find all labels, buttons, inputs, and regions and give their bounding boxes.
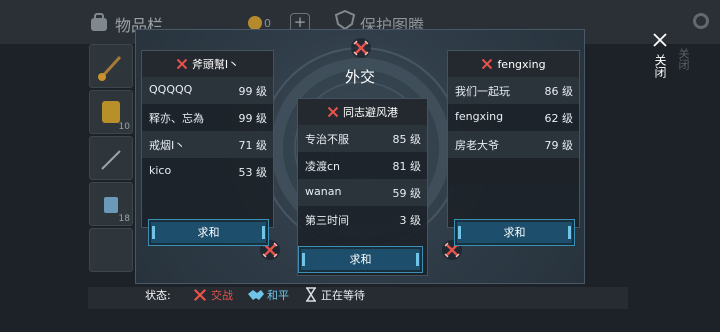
slot-count: 18 [118, 214, 130, 224]
sue-for-peace-button[interactable]: 求和 [298, 246, 423, 273]
hourglass-icon [306, 287, 316, 302]
member-name: kico [149, 164, 172, 177]
member-name: 我们一起玩 [455, 85, 510, 98]
crossed-swords-icon [351, 38, 371, 58]
crossed-swords-icon [176, 58, 188, 70]
inventory-slot[interactable] [89, 228, 133, 272]
member-name: wanan [305, 185, 342, 198]
member-row[interactable]: QQQQQ 99 级 [142, 77, 273, 104]
sue-for-peace-button[interactable]: 求和 [148, 219, 269, 246]
status-waiting: 正在等待 [321, 289, 365, 302]
guild-name: fengxing [497, 57, 546, 71]
crossed-swords-icon [193, 288, 207, 302]
sue-for-peace-button[interactable]: 求和 [454, 219, 575, 246]
member-row[interactable]: wanan 59 级 [298, 179, 427, 206]
inventory-slot[interactable] [89, 136, 133, 180]
member-name: 释亦、忘為 [149, 112, 204, 125]
guild-card-right: fengxing 我们一起玩 86 级 fengxing 62 级 房老大爷 79 级… [447, 50, 580, 246]
member-name: QQQQQ [149, 83, 193, 96]
member-level: 86 级 [544, 85, 574, 98]
member-row[interactable]: 房老大爷 79 级 [448, 131, 579, 158]
close-button[interactable]: 关闭 [652, 54, 669, 78]
member-level: 71 级 [238, 139, 268, 152]
member-level: 3 级 [399, 214, 422, 227]
member-level: 85 级 [392, 133, 422, 146]
slot-count: 10 [118, 122, 130, 132]
status-peace: 和平 [267, 289, 289, 302]
guild-name: 同志避风港 [343, 106, 398, 119]
guild-name: 斧頭幫I丶 [191, 58, 240, 71]
status-war: 交战 [211, 289, 233, 302]
member-name: 第三时间 [305, 214, 349, 227]
gold-coin-icon [248, 16, 262, 30]
member-name: 专治不服 [305, 133, 349, 146]
status-label: 状态: [145, 289, 171, 302]
diplomacy-panel: 外交 斧頭幫I丶 QQQQQ 99 级 释亦、忘為 99 级 戒烟I丶 71 级 ki… [135, 29, 585, 284]
member-name: 房老大爷 [455, 139, 499, 152]
background-close-label: 关闭 [677, 48, 690, 70]
crossed-swords-icon [482, 58, 493, 70]
handshake-icon [248, 290, 264, 300]
member-level: 79 级 [544, 139, 574, 152]
member-level: 62 级 [544, 112, 574, 125]
member-level: 81 级 [392, 160, 422, 173]
member-row[interactable]: fengxing 62 级 [448, 104, 579, 131]
member-row[interactable]: 第三时间 3 级 [298, 206, 427, 233]
inventory-slot[interactable]: 18 [89, 182, 133, 226]
member-row[interactable]: kico 53 级 [142, 158, 273, 185]
member-name: 凌渡cn [305, 160, 341, 173]
inventory-slot[interactable]: 10 [89, 90, 133, 134]
member-row[interactable]: 我们一起玩 86 级 [448, 77, 579, 104]
member-row[interactable]: 专治不服 85 级 [298, 125, 427, 152]
shield-icon [334, 10, 356, 30]
guild-header: 同志避风港 [298, 99, 427, 125]
member-name: 戒烟I丶 [149, 139, 186, 152]
member-row[interactable]: 凌渡cn 81 级 [298, 152, 427, 179]
gear-icon[interactable] [693, 13, 709, 29]
member-name: fengxing [455, 110, 504, 123]
guild-header: 斧頭幫I丶 [142, 51, 273, 77]
guild-card-left: 斧頭幫I丶 QQQQQ 99 级 释亦、忘為 99 级 戒烟I丶 71 级 kico 5… [141, 50, 274, 246]
guild-header: fengxing [448, 51, 579, 77]
member-level: 99 级 [238, 85, 268, 98]
inventory-slot[interactable] [89, 44, 133, 88]
backpack-icon [91, 13, 107, 31]
crossed-swords-icon [327, 106, 339, 118]
member-row-empty [448, 158, 579, 185]
member-row[interactable]: 戒烟I丶 71 级 [142, 131, 273, 158]
member-level: 53 级 [238, 166, 268, 179]
member-level: 99 级 [238, 112, 268, 125]
member-row[interactable]: 释亦、忘為 99 级 [142, 104, 273, 131]
member-level: 59 级 [392, 187, 422, 200]
close-icon[interactable] [652, 32, 668, 48]
